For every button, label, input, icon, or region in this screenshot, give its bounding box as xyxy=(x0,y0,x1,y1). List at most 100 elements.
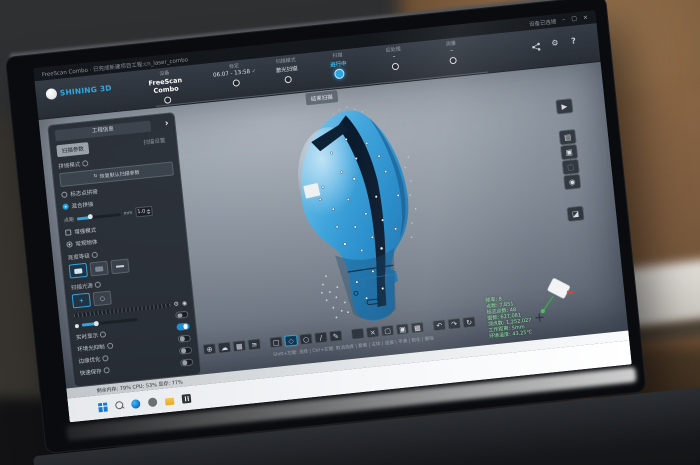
deselect-button[interactable]: × xyxy=(366,326,380,338)
regular-object-label: 常规物体 xyxy=(75,238,98,248)
step-postprocess[interactable]: 后处理 – xyxy=(363,43,425,73)
brightness-knob-icon xyxy=(75,323,79,327)
step-node-icon xyxy=(449,57,457,65)
info-icon[interactable] xyxy=(103,367,110,374)
close-icon[interactable]: × xyxy=(583,14,589,20)
spacing-slider[interactable] xyxy=(77,213,121,221)
radio-marker-align[interactable] xyxy=(61,191,68,198)
laptop-screen: 结束扫描 ▶ ▤ ▣ ▢ ◉ ◪ 帧率: 8 点数: 7,851 标志点数: 4… xyxy=(33,10,632,422)
tab-scan-options[interactable]: 扫描设置 xyxy=(138,134,171,149)
system-app-icon[interactable] xyxy=(148,397,158,407)
brand-logo: SHINING 3D xyxy=(45,82,112,100)
info-icon[interactable] xyxy=(91,252,98,259)
brightness-slider[interactable] xyxy=(82,318,138,327)
toggle-label: 边缘优化 xyxy=(78,355,101,365)
enhance-label: 增强模式 xyxy=(74,226,97,236)
bright-icon xyxy=(74,268,82,274)
info-icon[interactable] xyxy=(100,331,107,338)
windows-logo-icon[interactable] xyxy=(98,402,108,412)
brightness-mid-button[interactable] xyxy=(89,261,108,277)
tab-scan-params[interactable]: 扫描参数 xyxy=(56,142,89,157)
collapse-chevron-icon[interactable]: › xyxy=(164,120,169,129)
select-polygon-button[interactable]: ◇ xyxy=(284,335,298,347)
toggle-label: 快速保存 xyxy=(79,367,102,377)
generate-pointcloud-button[interactable]: ⊕ xyxy=(202,343,216,355)
delete-selected-button[interactable]: ▣ xyxy=(395,323,409,335)
select-lasso-button[interactable]: ○ xyxy=(299,333,313,345)
toggle-label: 实时显示 xyxy=(76,331,99,341)
select-brush-button[interactable]: ✎ xyxy=(329,330,343,342)
toolbar-divider xyxy=(344,335,349,336)
reset-icon: ↻ xyxy=(93,173,98,179)
select-line-button[interactable]: ∕ xyxy=(314,331,328,343)
minimize-icon[interactable]: – xyxy=(562,17,566,23)
mesh-view-button[interactable]: ▦ xyxy=(232,340,246,352)
scanned-object-3d[interactable] xyxy=(267,95,450,346)
enhance-checkbox[interactable] xyxy=(65,229,72,236)
invert-select-button[interactable]: ▢ xyxy=(381,325,395,337)
redo-button[interactable]: ↷ xyxy=(447,318,461,330)
laptop: 结束扫描 ▶ ▤ ▣ ▢ ◉ ◪ 帧率: 8 点数: 7,851 标志点数: 4… xyxy=(6,0,700,465)
toolbar-divider xyxy=(263,343,268,344)
spacing-value: 1.0 xyxy=(137,209,146,216)
share-icon[interactable] xyxy=(531,42,541,52)
brightness-low-button[interactable] xyxy=(110,258,129,274)
laptop-bezel: 结束扫描 ▶ ▤ ▣ ▢ ◉ ◪ 帧率: 8 点数: 7,851 标志点数: 4… xyxy=(6,0,646,453)
search-icon[interactable] xyxy=(115,401,124,410)
optimize-button[interactable]: ≡ xyxy=(247,338,261,350)
brand-name: SHINING 3D xyxy=(59,83,112,97)
settings-gear-icon[interactable]: ⚙ xyxy=(551,39,559,48)
reset-label: 恢复默认扫描参数 xyxy=(99,168,140,179)
step-node-icon xyxy=(163,96,171,104)
spacing-value-input[interactable]: 1.0 xyxy=(135,206,153,218)
slider-toggle[interactable] xyxy=(175,311,189,319)
shining3d-logo-icon xyxy=(45,88,57,100)
edge-browser-icon[interactable] xyxy=(131,399,141,409)
light-section-label: 扫描光源 xyxy=(71,281,94,291)
single-laser-button[interactable]: ○ xyxy=(93,290,112,306)
device-status: 设备已连接 xyxy=(529,17,557,28)
scan-control-button[interactable]: ▶ xyxy=(555,98,573,115)
pointcloud-view-button[interactable]: ☁ xyxy=(217,341,231,353)
select-all-button[interactable] xyxy=(351,328,365,340)
quick-save-toggle[interactable] xyxy=(180,358,194,366)
gear-icon[interactable]: ⚙ xyxy=(173,302,179,309)
step-node-icon xyxy=(334,68,345,79)
radio-hybrid-label: 混合拼接 xyxy=(71,200,94,210)
align-section-label: 拼接模式 xyxy=(58,160,81,170)
step-node-icon xyxy=(284,76,292,84)
info-icon[interactable] xyxy=(95,281,102,288)
realtime-display-toggle[interactable] xyxy=(176,322,190,330)
brightness-high-button[interactable] xyxy=(69,263,88,279)
edge-optimize-toggle[interactable] xyxy=(179,346,193,354)
step-device[interactable]: 设备 FreeScan Combo xyxy=(134,67,197,107)
file-explorer-icon[interactable] xyxy=(165,397,175,405)
screenshot-button[interactable]: ◉ xyxy=(563,174,581,191)
regular-object-radio[interactable] xyxy=(66,241,73,248)
mid-icon xyxy=(95,266,103,272)
dash-icon xyxy=(116,265,124,267)
radio-hybrid-align[interactable] xyxy=(62,203,69,210)
radio-marker-label: 标志点拼接 xyxy=(70,187,98,198)
scanner-app-icon[interactable] xyxy=(181,393,191,403)
texture-view-button[interactable]: ◪ xyxy=(566,205,584,222)
info-icon[interactable] xyxy=(82,160,89,167)
step-measure[interactable]: 测量 – xyxy=(421,37,483,67)
spinner-arrows-icon[interactable] xyxy=(146,208,150,213)
copy-button[interactable]: ▩ xyxy=(410,322,424,334)
ambient-suppress-toggle[interactable] xyxy=(177,334,191,342)
undo-button[interactable]: ↶ xyxy=(432,319,446,331)
reset-view-button[interactable]: ↻ xyxy=(462,316,476,328)
toolbar-divider xyxy=(426,326,431,327)
cross-laser-button[interactable]: + xyxy=(72,293,91,309)
help-icon[interactable]: ? xyxy=(571,37,576,45)
orientation-gizmo[interactable] xyxy=(528,276,579,330)
step-scan[interactable]: 扫描 进行中 xyxy=(307,49,369,82)
scan-settings-panel: 工程信息 › 扫描参数 扫描设置 拼接模式 ↻ 恢复默认扫描参数 xyxy=(47,112,201,388)
select-rect-button[interactable]: □ xyxy=(269,336,283,348)
info-icon[interactable] xyxy=(106,343,113,350)
maximize-icon[interactable]: ▢ xyxy=(571,16,577,23)
auto-target-icon[interactable]: ◉ xyxy=(182,301,188,308)
photo-scene: 结束扫描 ▶ ▤ ▣ ▢ ◉ ◪ 帧率: 8 点数: 7,851 标志点数: 4… xyxy=(0,0,700,465)
info-icon[interactable] xyxy=(102,355,109,362)
